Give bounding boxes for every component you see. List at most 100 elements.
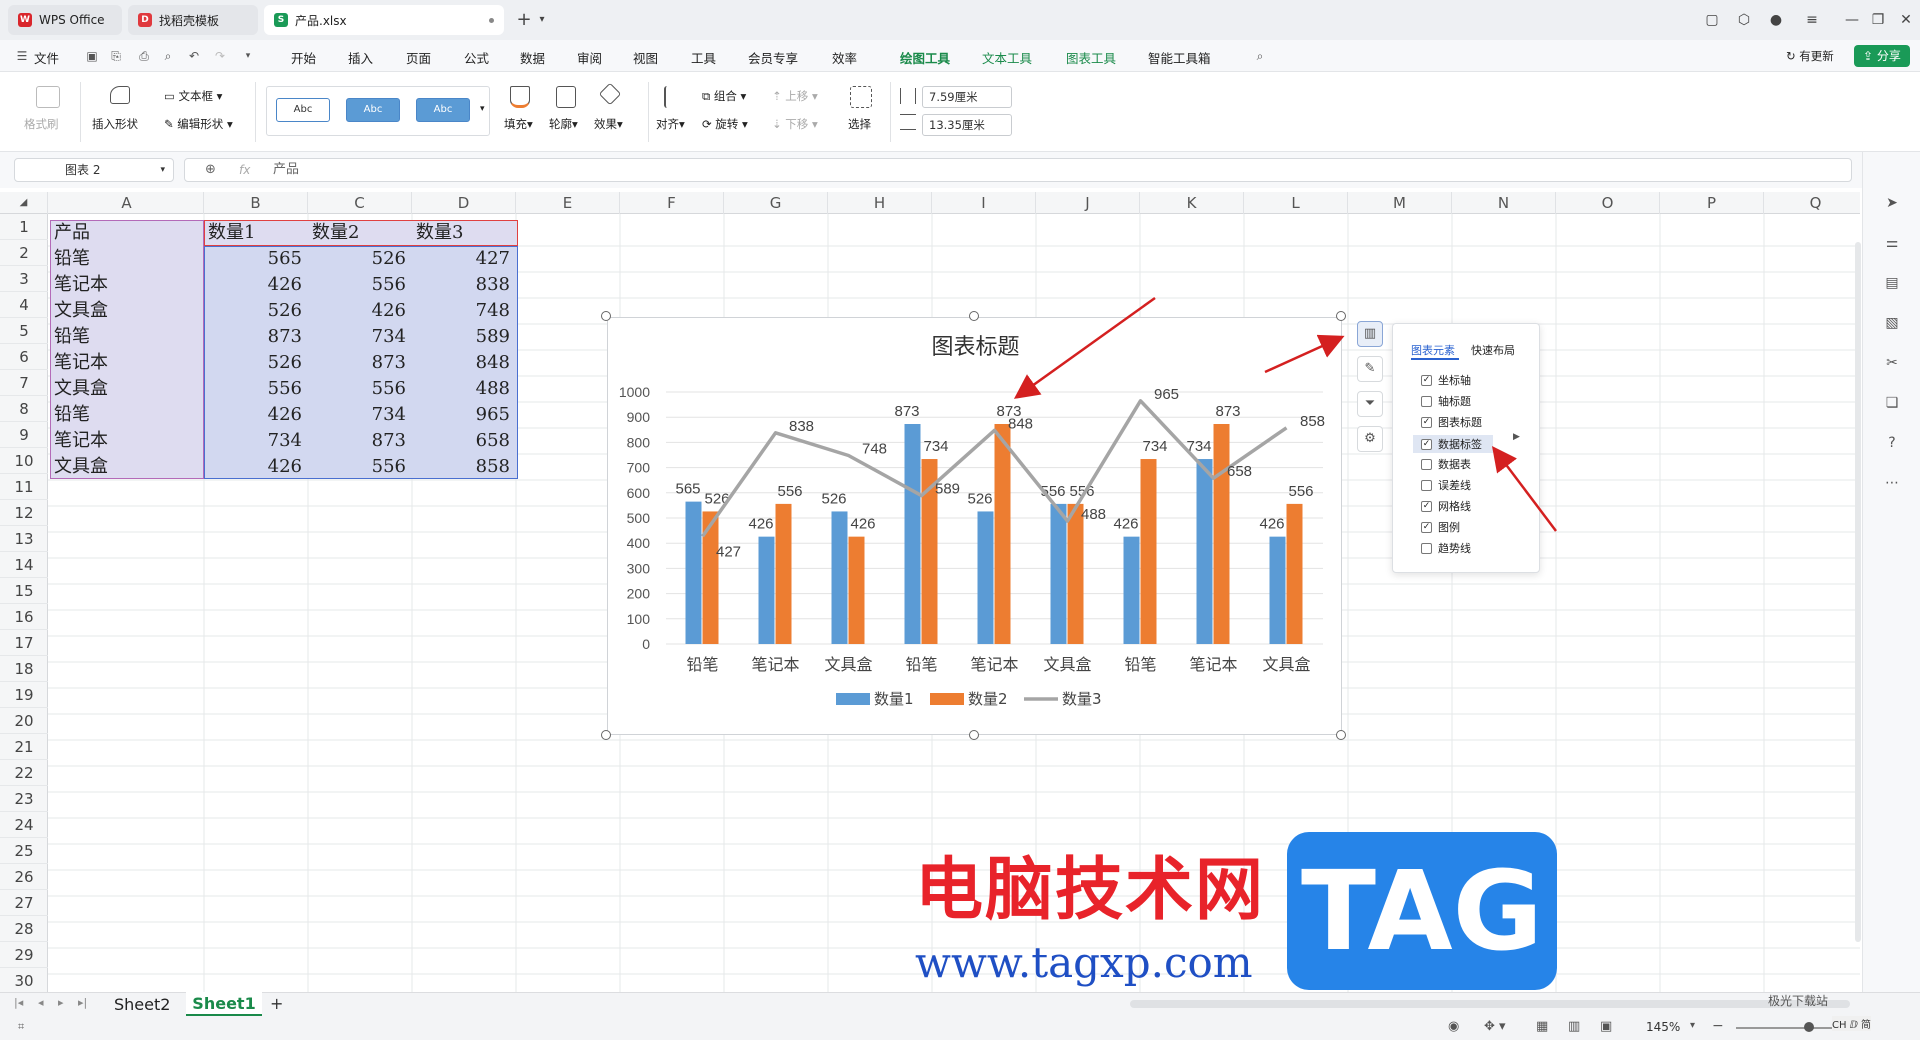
vertical-scrollbar[interactable]	[1855, 242, 1861, 942]
style-more-chevron-icon[interactable]: ▾	[480, 104, 485, 114]
table-cell[interactable]: 笔记本	[54, 272, 108, 298]
table-cell[interactable]: 426	[308, 298, 406, 324]
tab-quick-layout[interactable]: 快速布局	[1471, 342, 1515, 358]
format-painter-button[interactable]: 格式刷	[24, 116, 59, 132]
menu-chart-tools[interactable]: 图表工具	[1066, 48, 1116, 67]
row-header-20[interactable]: 20	[0, 708, 48, 734]
zoom-level[interactable]: 145%	[1646, 1020, 1680, 1034]
redo-icon[interactable]: ↷	[212, 49, 228, 63]
resize-handle[interactable]	[1336, 730, 1346, 740]
row-header-24[interactable]: 24	[0, 812, 48, 838]
restore-icon[interactable]: ❐	[1866, 8, 1890, 32]
chart-filter-button[interactable]: ⏷	[1357, 391, 1383, 417]
table-cell[interactable]: 笔记本	[54, 428, 108, 454]
column-header-d[interactable]: D	[412, 192, 516, 214]
chart-element-toggle[interactable]: 轴标题	[1421, 393, 1471, 409]
menu-member[interactable]: 会员专享	[748, 48, 798, 67]
fill-button[interactable]: 填充▾	[504, 116, 533, 132]
sheet-last-icon[interactable]: ▸|	[78, 996, 87, 1009]
effect-button[interactable]: 效果▾	[594, 116, 623, 132]
checkbox-unchecked-icon[interactable]	[1421, 479, 1432, 491]
table-cell[interactable]: 数量1	[208, 220, 255, 246]
edit-shape-button[interactable]: ✎ 编辑形状 ▾	[164, 116, 233, 132]
row-header-2[interactable]: 2	[0, 240, 48, 266]
table-cell[interactable]: 556	[308, 272, 406, 298]
clipboard-icon[interactable]: ▤	[1883, 274, 1901, 292]
column-header-f[interactable]: F	[620, 192, 724, 214]
align-button[interactable]: 对齐▾	[656, 116, 685, 132]
add-sheet-button[interactable]: +	[270, 994, 283, 1013]
column-header-j[interactable]: J	[1036, 192, 1140, 214]
menu-data[interactable]: 数据	[520, 48, 545, 67]
checkbox-checked-icon[interactable]: ✓	[1421, 521, 1432, 533]
column-header-e[interactable]: E	[516, 192, 620, 214]
row-header-1[interactable]: 1	[0, 214, 48, 240]
formula-input[interactable]: ⊕ fx 产品	[184, 158, 1852, 182]
row-header-22[interactable]: 22	[0, 760, 48, 786]
table-cell[interactable]: 产品	[54, 220, 90, 246]
menu-smart-toolbox[interactable]: 智能工具箱	[1148, 48, 1211, 67]
submenu-arrow-icon[interactable]: ▶	[1513, 432, 1520, 442]
table-cell[interactable]: 734	[204, 428, 302, 454]
column-header-k[interactable]: K	[1140, 192, 1244, 214]
row-header-23[interactable]: 23	[0, 786, 48, 812]
row-header-25[interactable]: 25	[0, 838, 48, 864]
menu-review[interactable]: 审阅	[577, 48, 602, 67]
row-header-27[interactable]: 27	[0, 890, 48, 916]
table-cell[interactable]: 文具盒	[54, 298, 108, 324]
chart-container[interactable]: 图表标题 0 100 200 300 400 500 600 700 800 900 1000 565 5…	[607, 317, 1342, 735]
layout-icon[interactable]: ▢	[1700, 8, 1724, 32]
checkbox-checked-icon[interactable]: ✓	[1421, 500, 1432, 512]
table-cell[interactable]: 858	[412, 454, 510, 480]
normal-view-icon[interactable]: ▦	[1536, 1019, 1548, 1034]
column-header-p[interactable]: P	[1660, 192, 1764, 214]
table-cell[interactable]: 数量3	[416, 220, 463, 246]
chart-element-toggle[interactable]: 数据表	[1421, 456, 1471, 472]
row-header-16[interactable]: 16	[0, 604, 48, 630]
row-header-10[interactable]: 10	[0, 448, 48, 474]
chart-element-toggle[interactable]: ✓ 网格线	[1421, 498, 1471, 514]
sheet-tab-sheet1[interactable]: Sheet1	[186, 992, 262, 1016]
page-break-view-icon[interactable]: ▥	[1568, 1019, 1580, 1034]
macro-icon[interactable]: ⌗	[18, 1020, 24, 1034]
page-layout-view-icon[interactable]: ▣	[1600, 1019, 1612, 1034]
bring-forward-button[interactable]: ⇡ 上移 ▾	[772, 88, 818, 104]
checkbox-checked-icon[interactable]: ✓	[1421, 374, 1432, 386]
menu-insert[interactable]: 插入	[348, 48, 373, 67]
sheet-prev-icon[interactable]: ◂	[38, 996, 44, 1009]
resize-handle[interactable]	[1336, 311, 1346, 321]
table-cell[interactable]: 965	[412, 402, 510, 428]
column-header-i[interactable]: I	[932, 192, 1036, 214]
chart-settings-button[interactable]: ⚙	[1357, 426, 1383, 452]
column-header-l[interactable]: L	[1244, 192, 1348, 214]
checkbox-unchecked-icon[interactable]	[1421, 395, 1432, 407]
column-header-q[interactable]: Q	[1764, 192, 1868, 214]
tab-docer[interactable]: D 找稻壳模板	[128, 5, 258, 35]
zoom-slider[interactable]	[1736, 1027, 1846, 1029]
help-icon[interactable]: ?	[1883, 434, 1901, 452]
table-cell[interactable]: 556	[204, 376, 302, 402]
row-header-26[interactable]: 26	[0, 864, 48, 890]
name-box[interactable]: 图表 2 ▾	[14, 158, 174, 182]
close-icon[interactable]: ✕	[1894, 8, 1918, 32]
avatar[interactable]: ●	[1764, 8, 1788, 32]
export-icon[interactable]: ⎘	[108, 49, 124, 63]
table-cell[interactable]: 526	[204, 298, 302, 324]
select-cursor-icon[interactable]: ➤	[1883, 194, 1901, 212]
checkbox-checked-icon[interactable]: ✓	[1421, 438, 1432, 450]
column-header-h[interactable]: H	[828, 192, 932, 214]
menu-page[interactable]: 页面	[406, 48, 431, 67]
column-header-b[interactable]: B	[204, 192, 308, 214]
menu-more-icon[interactable]: ≡	[1800, 8, 1824, 32]
column-header-n[interactable]: N	[1452, 192, 1556, 214]
more-icon[interactable]: ⋯	[1883, 474, 1901, 492]
menu-tools[interactable]: 工具	[691, 48, 716, 67]
book-icon[interactable]: ❏	[1883, 394, 1901, 412]
row-header-4[interactable]: 4	[0, 292, 48, 318]
row-header-21[interactable]: 21	[0, 734, 48, 760]
minimize-icon[interactable]: —	[1840, 8, 1864, 32]
height-input[interactable]: 7.59厘米	[922, 86, 1012, 108]
table-cell[interactable]: 426	[204, 402, 302, 428]
table-cell[interactable]: 734	[308, 324, 406, 350]
table-cell[interactable]: 笔记本	[54, 350, 108, 376]
